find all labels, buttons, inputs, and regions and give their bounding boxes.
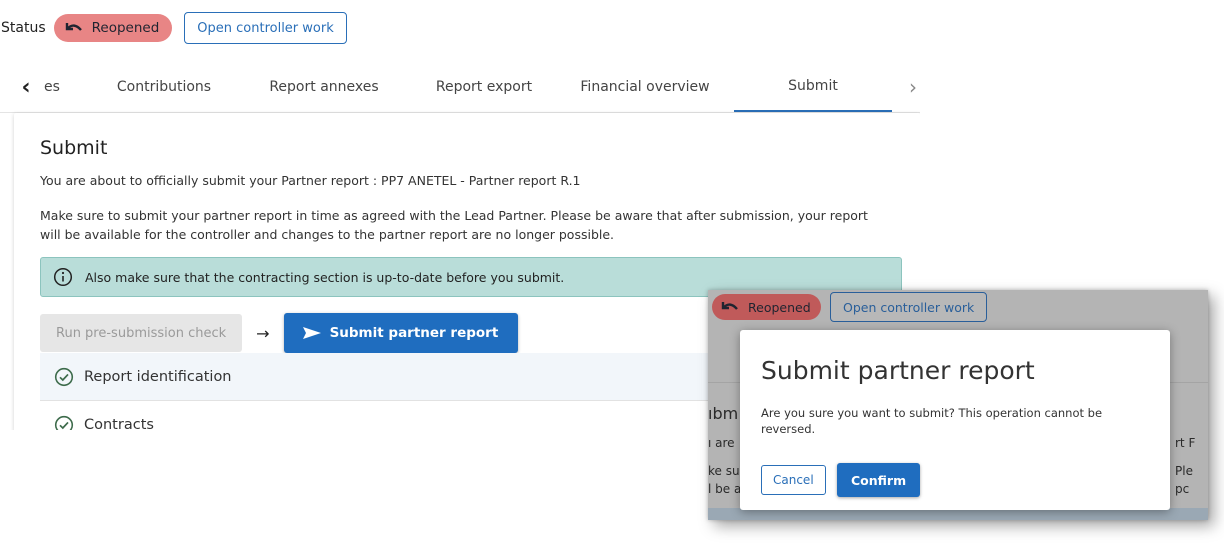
submit-partner-report-button[interactable]: Submit partner report: [283, 313, 519, 353]
open-controller-work-button: Open controller work: [830, 292, 988, 322]
check-circle-icon: [54, 367, 74, 387]
tab-contributions[interactable]: Contributions: [90, 62, 238, 112]
cancel-button[interactable]: Cancel: [761, 465, 826, 495]
tab-report-annexes[interactable]: Report annexes: [250, 62, 398, 112]
status-badge-label: Reopened: [91, 20, 160, 36]
page-title: Submit: [40, 137, 108, 159]
info-alert-text: Also make sure that the contracting sect…: [85, 269, 565, 285]
status-badge-label: Reopened: [748, 299, 811, 315]
send-icon: [302, 326, 322, 340]
undo-icon: [64, 21, 84, 35]
chevron-right-icon[interactable]: ›: [895, 62, 920, 112]
arrow-right-icon: →: [256, 323, 270, 343]
confirmation-screenshot: Reopened Open controller work ıbm ı are …: [708, 290, 1208, 520]
submit-note-line-2: will be available for the controller and…: [40, 227, 615, 242]
background-text-fragment: pc: [1175, 482, 1190, 496]
submit-confirmation-dialog: Submit partner report Are you sure you w…: [740, 330, 1170, 510]
submit-intro-text: You are about to officially submit your …: [40, 173, 581, 188]
background-text-fragment: ke su: [708, 464, 740, 478]
tab-report-export[interactable]: Report export: [410, 62, 558, 112]
info-circle-icon: [53, 267, 73, 287]
background-text-fragment: Ple: [1175, 464, 1193, 478]
background-text-fragment: ı are: [708, 436, 735, 450]
submit-note-line-1: Make sure to submit your partner report …: [40, 208, 868, 223]
undo-icon: [720, 300, 740, 314]
check-circle-icon: [54, 415, 74, 430]
dialog-title: Submit partner report: [761, 356, 1035, 385]
tab-bar: ‹ es Contributions Report annexes Report…: [0, 62, 920, 113]
background-text-fragment: l be a: [708, 482, 742, 496]
status-badge: Reopened: [53, 14, 173, 42]
background-text-fragment: ıbm: [708, 404, 739, 423]
status-badge: Reopened: [712, 294, 821, 320]
tab-previous-partial[interactable]: es: [44, 62, 74, 112]
run-pre-submission-check-button[interactable]: Run pre-submission check: [40, 314, 243, 352]
submit-note-text: Make sure to submit your partner report …: [40, 206, 920, 244]
chevron-left-icon[interactable]: ‹: [14, 62, 38, 112]
status-label: Status: [1, 20, 46, 36]
submit-actions: Run pre-submission check → Submit partne…: [40, 313, 519, 353]
check-item-label: Contracts: [84, 416, 154, 431]
tab-submit[interactable]: Submit: [734, 62, 892, 112]
status-row: Status Reopened Open controller work: [0, 10, 347, 46]
confirm-button[interactable]: Confirm: [837, 463, 921, 497]
open-controller-work-button[interactable]: Open controller work: [184, 12, 347, 44]
check-item-label: Report identification: [84, 368, 232, 385]
background-text-fragment: rt F: [1175, 436, 1196, 450]
tab-financial-overview[interactable]: Financial overview: [570, 62, 720, 112]
submit-partner-report-label: Submit partner report: [329, 325, 499, 341]
dialog-message: Are you sure you want to submit? This op…: [761, 406, 1103, 436]
